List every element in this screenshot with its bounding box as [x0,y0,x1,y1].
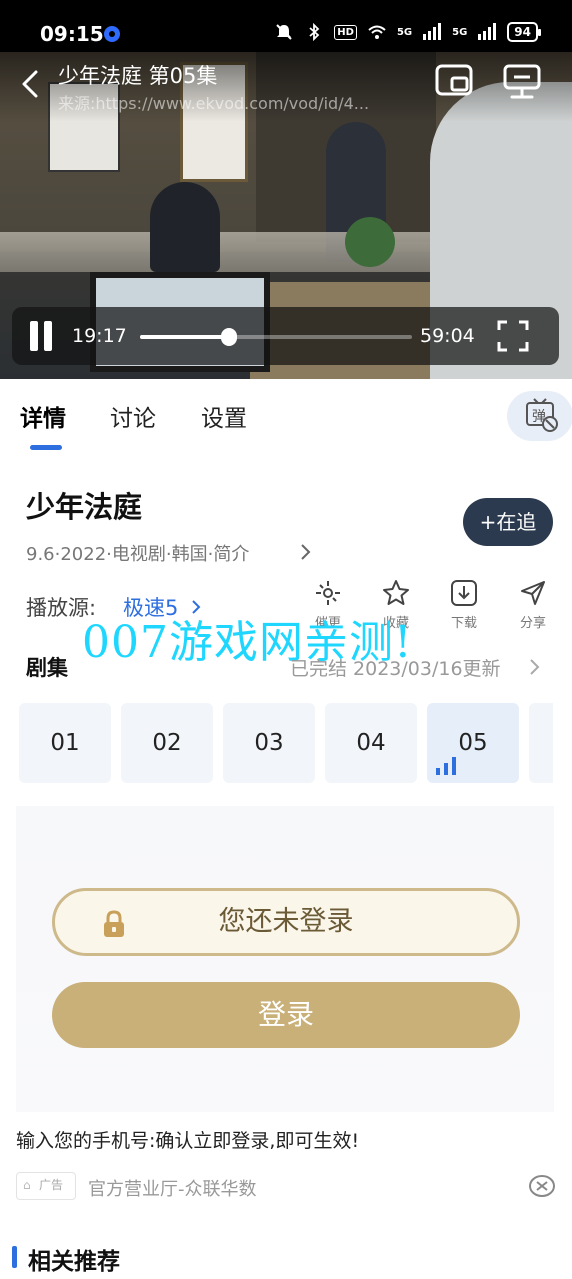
signal-5g-icon-1: 5G [396,26,413,38]
signal-5g-icon-2: 5G [452,26,468,38]
danmaku-off-icon: 弹 [526,398,558,432]
mute-icon [276,24,292,40]
pip-icon[interactable] [434,62,474,98]
video-player[interactable]: 少年法庭 第05集 来源:https://www.ekvod.com/vod/i… [0,52,572,379]
download-button[interactable]: 下载 [440,578,488,631]
current-time: 19:17 [72,325,127,347]
episode-item[interactable]: 04 [325,703,417,783]
login-ad-card: 您还未登录 登录 [16,806,554,1112]
share-icon [521,581,545,605]
back-icon[interactable] [14,66,48,102]
episode-item[interactable]: 01 [19,703,111,783]
fullscreen-icon[interactable] [496,319,530,353]
section-marker [12,1246,17,1268]
episode-item[interactable]: 03 [223,703,315,783]
episodes-heading: 剧集 [26,656,68,680]
signal-icon-1 [423,23,442,40]
not-logged-in-banner: 您还未登录 [52,888,520,956]
episode-item-partial[interactable] [529,703,553,783]
chevron-right-icon[interactable] [298,540,314,564]
tab-discussion[interactable]: 讨论 [110,399,156,433]
cast-icon[interactable] [500,62,544,102]
detail-tabs: 详情 讨论 设置 弹 [0,379,572,459]
seek-bar[interactable] [140,328,412,346]
video-source-url: 来源:https://www.ekvod.com/vod/id/4... [58,94,370,113]
tab-active-indicator [30,445,62,450]
tab-settings[interactable]: 设置 [201,399,247,433]
danmaku-toggle-button[interactable]: 弹 [507,391,572,441]
urge-update-icon [316,581,340,605]
not-logged-in-text: 您还未登录 [218,906,354,937]
video-frame-plant [345,217,395,267]
total-time: 59:04 [420,325,475,347]
follow-button[interactable]: +在追 [463,498,553,546]
share-label: 分享 [519,616,546,631]
chevron-right-icon[interactable] [528,656,542,678]
show-meta-link[interactable]: 9.6·2022·电视剧·韩国·简介 [26,540,249,566]
video-frame-person [150,182,220,272]
status-icons: HD 5G 5G 94 [274,22,541,42]
seek-bar-thumb[interactable] [220,328,237,346]
seek-bar-progress [140,335,229,339]
show-title: 少年法庭 [26,490,143,524]
share-button[interactable]: 分享 [509,578,557,631]
tab-details[interactable]: 详情 [20,399,66,433]
episode-number: 05 [458,730,488,756]
episode-list: 01 02 03 04 05 [19,703,553,783]
hd-voice-icon: HD [334,24,357,40]
status-time: 09:15 [40,22,104,46]
episode-item-current[interactable]: 05 [427,703,519,783]
star-icon [383,580,409,605]
episodes-status[interactable]: 已完结 2023/03/16更新 [290,654,501,681]
ad-promo-text[interactable]: 输入您的手机号:确认立即登录,即可生效! [16,1126,359,1153]
playing-indicator-icon [436,757,456,775]
close-ad-icon[interactable] [528,1174,556,1198]
wifi-icon [368,25,386,39]
bluetooth-icon [309,22,320,42]
ad-source: 官方营业厅-众联华数 [88,1179,257,1200]
download-icon [451,580,477,606]
pause-icon[interactable] [28,321,54,351]
episode-item[interactable]: 02 [121,703,213,783]
signal-icon-2 [478,23,497,40]
related-heading: 相关推荐 [28,1249,120,1275]
video-title: 少年法庭 第05集 [58,64,218,88]
app-notification-icon [104,26,120,42]
ad-badge: 广告 [16,1172,76,1200]
download-label: 下载 [450,616,477,631]
status-bar: 09:15 HD 5G 5G 94 [0,0,572,52]
login-button[interactable]: 登录 [52,982,520,1048]
battery-icon: 94 [507,22,541,42]
player-control-bar: 19:17 59:04 [12,307,559,365]
